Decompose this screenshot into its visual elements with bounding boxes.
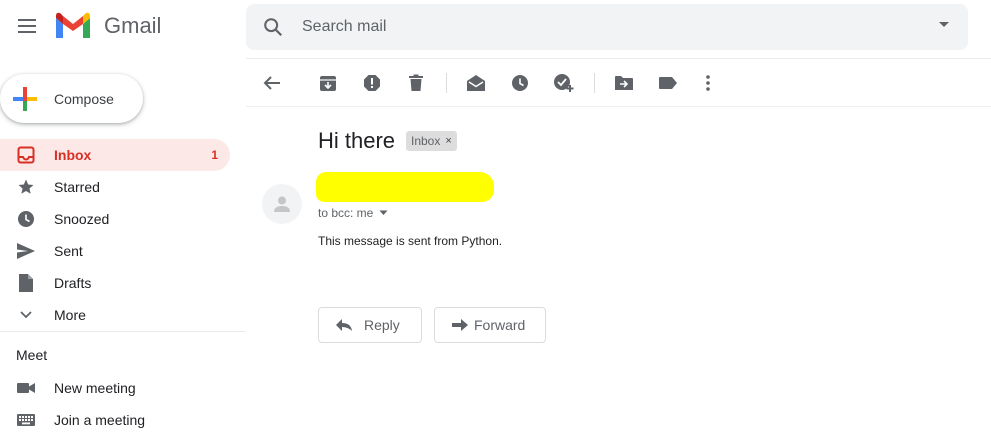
email-body: This message is sent from Python.: [318, 234, 503, 248]
label-button[interactable]: [655, 70, 681, 96]
snooze-button[interactable]: [507, 70, 533, 96]
label-chip-text: Inbox: [411, 134, 441, 148]
sidebar-item-label: Starred: [54, 179, 100, 195]
unread-count-badge: 1: [211, 148, 218, 162]
compose-plus-icon: [13, 87, 37, 111]
header-divider: [246, 58, 991, 59]
star-icon: [16, 177, 36, 197]
person-icon: [274, 196, 290, 212]
sender-avatar[interactable]: [262, 184, 302, 224]
gmail-app: Gmail Compose Inbox 1: [0, 0, 991, 438]
search-bar[interactable]: [246, 4, 968, 50]
toolbar-separator: [594, 73, 595, 93]
sidebar-divider: [0, 331, 245, 332]
recipient-line: to bcc: me: [318, 206, 388, 220]
move-to-icon: [615, 76, 633, 90]
sidebar-item-starred[interactable]: Starred: [0, 171, 230, 203]
gmail-logo[interactable]: Gmail: [54, 12, 161, 40]
sidebar-item-label: Inbox: [54, 147, 92, 163]
search-options-caret-icon[interactable]: [938, 21, 950, 29]
back-button[interactable]: [259, 70, 285, 96]
toolbar-divider: [246, 106, 991, 107]
add-to-tasks-icon: [554, 74, 574, 92]
mark-unread-button[interactable]: [463, 70, 489, 96]
search-input[interactable]: [302, 4, 902, 50]
mark-unread-icon: [467, 75, 485, 91]
draft-icon: [16, 273, 36, 293]
reply-label: Reply: [364, 317, 400, 333]
sender-name-redaction: [316, 172, 494, 202]
forward-button[interactable]: Forward: [434, 307, 546, 343]
search-icon[interactable]: [262, 16, 284, 38]
meet-section-title: Meet: [16, 347, 48, 363]
sidebar-item-new-meeting[interactable]: New meeting: [0, 372, 230, 404]
chevron-down-icon: [16, 305, 36, 325]
snooze-icon: [512, 75, 528, 91]
sidebar-item-inbox[interactable]: Inbox 1: [0, 139, 230, 171]
remove-label-icon[interactable]: ×: [445, 135, 451, 147]
inbox-icon: [16, 145, 36, 165]
archive-icon: [320, 76, 336, 91]
move-to-button[interactable]: [611, 70, 637, 96]
delete-button[interactable]: [403, 70, 429, 96]
recipient-text: to bcc: me: [318, 206, 374, 220]
email-subject: Hi there: [318, 128, 396, 153]
report-spam-button[interactable]: [359, 70, 385, 96]
sidebar-item-join-meeting[interactable]: Join a meeting: [0, 404, 230, 436]
details-caret-icon[interactable]: [379, 210, 388, 216]
forward-label: Forward: [474, 317, 526, 333]
sidebar-item-label: Snoozed: [54, 211, 110, 227]
back-icon: [263, 76, 280, 90]
inbox-label-chip[interactable]: Inbox ×: [406, 131, 457, 151]
more-vert-icon: [706, 75, 710, 91]
sidebar-item-drafts[interactable]: Drafts: [0, 267, 230, 299]
sidebar-item-more[interactable]: More: [0, 299, 230, 331]
sidebar-item-sent[interactable]: Sent: [0, 235, 230, 267]
add-to-tasks-button[interactable]: [551, 70, 577, 96]
sidebar-item-label: More: [54, 307, 86, 323]
gmail-m-icon: [56, 12, 90, 38]
main-menu-button[interactable]: [12, 11, 42, 41]
sidebar-item-label: Join a meeting: [54, 412, 146, 428]
delete-icon: [409, 74, 423, 91]
sidebar-item-snoozed[interactable]: Snoozed: [0, 203, 230, 235]
compose-button[interactable]: Compose: [0, 74, 143, 123]
sidebar-item-label: New meeting: [54, 380, 136, 396]
reply-button[interactable]: Reply: [318, 307, 422, 343]
hamburger-menu-icon: [18, 19, 36, 33]
sidebar-item-label: Sent: [54, 243, 83, 259]
compose-label: Compose: [54, 90, 114, 107]
keyboard-icon: [16, 410, 36, 430]
label-icon: [659, 77, 677, 89]
report-spam-icon: [364, 75, 380, 91]
sidebar-item-label: Drafts: [54, 275, 92, 291]
archive-button[interactable]: [315, 70, 341, 96]
reply-icon: [336, 319, 352, 331]
toolbar-separator: [446, 73, 447, 93]
forward-icon: [452, 319, 468, 331]
app-name: Gmail: [104, 13, 162, 38]
more-options-button[interactable]: [695, 70, 721, 96]
clock-icon: [16, 209, 36, 229]
videocam-icon: [16, 378, 36, 398]
send-icon: [16, 241, 36, 261]
